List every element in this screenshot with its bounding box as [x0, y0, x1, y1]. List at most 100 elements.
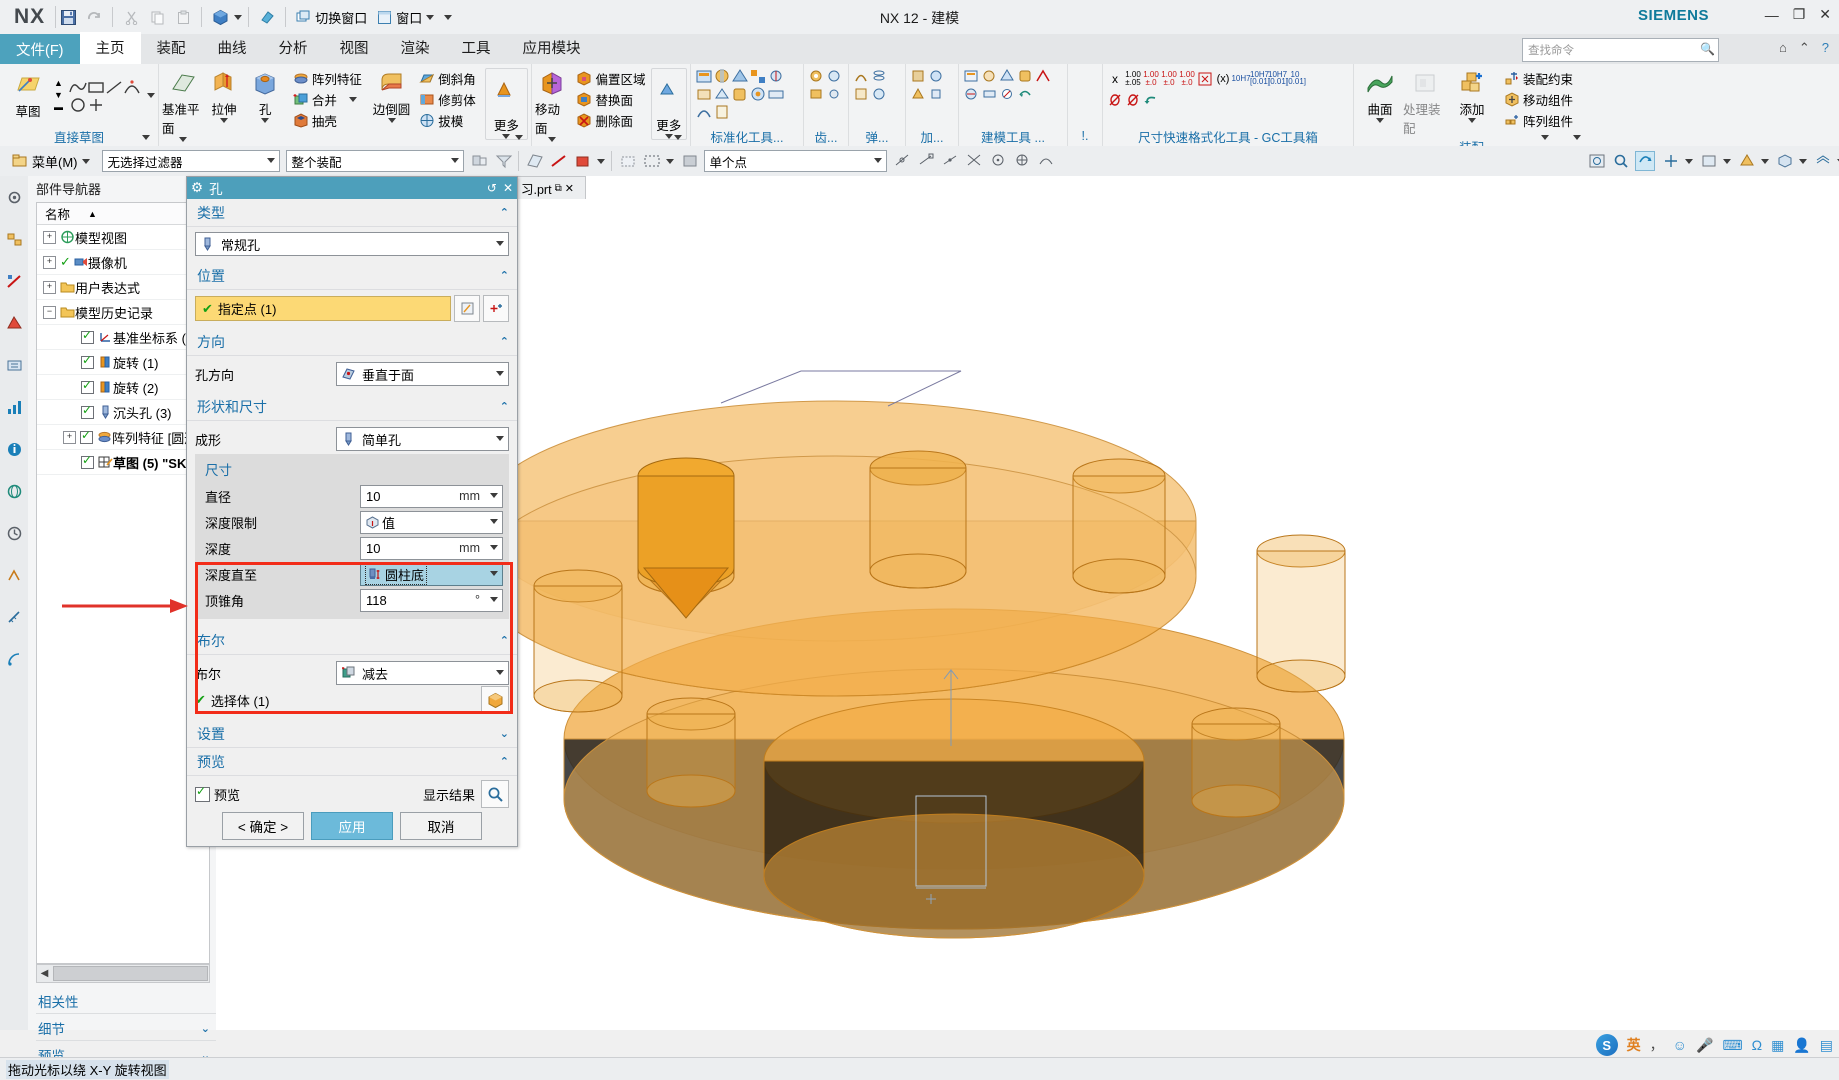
dialog-close-icon[interactable]: ✕ [503, 181, 513, 195]
edge-blend-button[interactable]: 边倒圆 [371, 68, 412, 123]
tab-assembly[interactable]: 装配 [141, 32, 202, 64]
diameter-input[interactable]: 10 mm [360, 484, 503, 508]
rail-assembly-navigator-icon[interactable] [0, 218, 28, 260]
select-region-icon[interactable] [642, 152, 660, 170]
selection-scope-caret-icon[interactable] [450, 158, 459, 163]
section-chevron-position[interactable]: ⌃ [500, 269, 509, 282]
line-icon[interactable] [103, 77, 122, 95]
view-shade-icon[interactable] [1737, 152, 1755, 170]
std-tool-7-icon[interactable] [712, 85, 730, 103]
view-pan-icon[interactable] [1661, 152, 1679, 170]
hole-type-combo[interactable]: 常规孔 [195, 232, 509, 256]
assembly-dialog-launcher-icon[interactable] [1541, 135, 1549, 140]
std-tool-2-icon[interactable] [712, 67, 730, 85]
tree-expander[interactable]: + [43, 255, 56, 269]
point-icon[interactable] [85, 95, 103, 113]
unite-button[interactable]: 合并 [290, 89, 365, 110]
tray-voice-icon[interactable]: 🎤 [1696, 1037, 1713, 1054]
select-region-caret-icon[interactable] [665, 158, 674, 164]
assembly-constraint-button[interactable]: 装配约束 [1501, 68, 1576, 89]
dim-diameter-1-icon[interactable] [1106, 91, 1124, 109]
maximize-button[interactable]: ❐ [1793, 6, 1806, 23]
add-component-caret-icon[interactable] [1468, 118, 1476, 123]
section-chevron-form-dimensions[interactable]: ⌃ [500, 400, 509, 413]
rail-web-icon[interactable] [0, 470, 28, 512]
sketch-tools-more-icon[interactable] [147, 92, 155, 98]
part-tab-float-icon[interactable]: ⧉ [555, 183, 562, 194]
menu-button[interactable]: 菜单(M) [6, 152, 96, 171]
section-header-direction[interactable]: 方向 ⌃ [187, 328, 517, 356]
std-tool-4-icon[interactable] [748, 67, 766, 85]
tree-node-camera[interactable]: + ✓ 摄像机 [37, 250, 209, 275]
rectangle-icon[interactable] [85, 77, 104, 95]
circle-icon[interactable] [67, 95, 85, 113]
tree-node-counterbore-hole[interactable]: 沉头孔 (3) [37, 400, 209, 425]
tree-column-name[interactable]: 名称 [45, 204, 70, 223]
section-header-settings[interactable]: 设置 ⌄ [187, 720, 517, 748]
form-caret-icon[interactable] [496, 436, 504, 441]
dim-tol-1-icon[interactable]: 1.00 ±.05 [1124, 69, 1142, 89]
tab-view[interactable]: 视图 [324, 32, 385, 64]
ok-button[interactable]: < 确定 > [222, 812, 304, 840]
tree-checkbox[interactable] [81, 353, 94, 369]
ribbon-help-icon[interactable]: ? [1822, 40, 1829, 56]
std-tool-8-icon[interactable] [730, 85, 748, 103]
section-chevron-boolean[interactable]: ⌃ [500, 634, 509, 647]
depth-caret-icon[interactable] [490, 544, 498, 550]
dim-undo-icon[interactable] [1142, 91, 1160, 109]
selection-filter-combo[interactable]: 无选择过滤器 [101, 150, 280, 172]
rail-signal-icon[interactable] [0, 638, 28, 680]
ribbon-collapse-icon[interactable]: ⌃ [1799, 40, 1810, 56]
section-header-position[interactable]: 位置 ⌃ [187, 262, 517, 290]
sketch-scroll-down-icon[interactable]: ▼ [54, 90, 63, 100]
rail-process-studio-icon[interactable] [0, 554, 28, 596]
section-chevron-settings[interactable]: ⌄ [500, 727, 509, 740]
snap-inferred-icon[interactable] [893, 152, 911, 170]
gear-tool-2-icon[interactable] [825, 67, 843, 85]
tray-user-icon[interactable]: 👤 [1793, 1037, 1810, 1054]
dialog-reset-icon[interactable]: ↺ [487, 181, 497, 195]
dim-diameter-2-icon[interactable] [1124, 91, 1142, 109]
tab-curve[interactable]: 曲线 [202, 32, 263, 64]
spring-tool-3-icon[interactable] [852, 85, 870, 103]
delete-face-button[interactable]: 删除面 [573, 110, 648, 131]
rail-settings-icon[interactable] [0, 176, 28, 218]
spring-tool-1-icon[interactable] [852, 67, 870, 85]
tree-sort-icon[interactable]: ▲ [88, 209, 97, 219]
pattern-component-button[interactable]: 阵列组件 [1501, 110, 1576, 131]
edge-blend-caret-icon[interactable] [387, 118, 396, 123]
view-fit-icon[interactable] [1587, 152, 1605, 170]
dim-10h7-icon[interactable]: 10H7 [1231, 70, 1250, 88]
select-face-icon[interactable] [525, 152, 543, 170]
tree-checkbox[interactable] [81, 378, 94, 394]
snap-point-on-curve-icon[interactable] [1037, 152, 1055, 170]
mt-8-icon[interactable] [998, 85, 1016, 103]
tree-node-datum-csys[interactable]: 基准坐标系 (0) [37, 325, 209, 350]
mt-3-icon[interactable] [998, 67, 1016, 85]
depth-limit-caret-icon[interactable] [490, 518, 498, 524]
spring-tool-4-icon[interactable] [870, 85, 888, 103]
view-layer-icon[interactable] [1813, 152, 1831, 170]
diameter-caret-icon[interactable] [490, 492, 498, 498]
mt-9-icon[interactable] [1016, 85, 1034, 103]
mt-1-icon[interactable] [962, 67, 980, 85]
select-body-button[interactable] [481, 686, 509, 714]
synchronous-dialog-launcher-icon[interactable] [674, 135, 682, 140]
command-search-input[interactable]: 查找命令 [1522, 38, 1719, 62]
depth-limit-combo[interactable]: 值 [360, 510, 503, 534]
extrude-caret-icon[interactable] [219, 118, 228, 123]
close-button[interactable]: ✕ [1819, 6, 1831, 23]
direct-sketch-dialog-launcher-icon[interactable] [142, 135, 150, 140]
tree-node-revolve-1[interactable]: 旋转 (1) [37, 350, 209, 375]
tip-angle-caret-icon[interactable] [490, 596, 498, 602]
select-body-icon[interactable] [573, 152, 591, 170]
part-navigator-tree[interactable]: 名称 ▲ + 模型视图 + ✓ 摄像机 + 用户表达式 − 模型历史记录 ✓ 基… [36, 202, 210, 964]
plus-tool-4-icon[interactable] [927, 85, 945, 103]
feature-more-caret-icon[interactable] [502, 134, 511, 139]
feature-more-button[interactable]: 更多 [484, 68, 529, 140]
std-tool-10-icon[interactable] [766, 85, 784, 103]
view-rotate-icon[interactable] [1635, 151, 1655, 171]
mt-2-icon[interactable] [980, 67, 998, 85]
snap-quadrant-icon[interactable] [1013, 152, 1031, 170]
chamfer-button[interactable]: 倒斜角 [416, 68, 479, 89]
